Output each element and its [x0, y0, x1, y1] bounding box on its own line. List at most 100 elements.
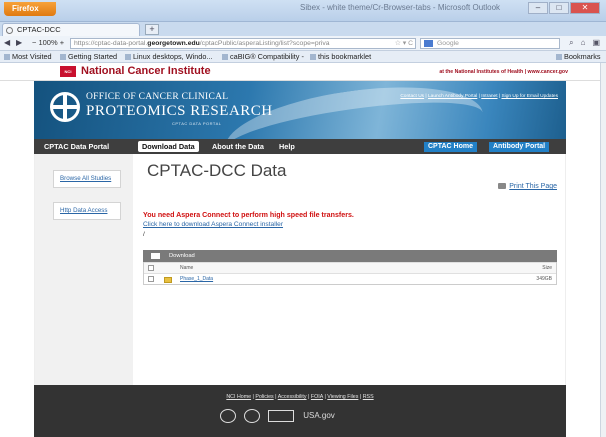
bookmark-getting-started[interactable]: Getting Started: [60, 51, 117, 62]
new-tab-button[interactable]: +: [145, 24, 159, 35]
hhs-logo-icon[interactable]: [220, 409, 236, 423]
bookmark-bookmarklet[interactable]: this bookmarklet: [310, 51, 371, 62]
print-page-link[interactable]: Print This Page: [498, 183, 557, 190]
footer-viewing-files-link[interactable]: Viewing Files: [327, 394, 358, 400]
menu-about-the-data[interactable]: About the Data: [212, 139, 264, 154]
intranet-link[interactable]: Intranet: [481, 94, 497, 99]
toolbar-icons: ⌕ ⌂ ▣: [569, 38, 600, 48]
menu-cptac-data-portal[interactable]: CPTAC Data Portal: [44, 139, 109, 154]
bookmark-icon: [125, 54, 131, 61]
file-name-link[interactable]: Phase_1_Data: [180, 274, 213, 285]
cptac-home-button[interactable]: CPTAC Home: [424, 142, 477, 152]
footer-rss-link[interactable]: RSS: [363, 394, 374, 400]
search-icon[interactable]: ⌕: [569, 38, 573, 48]
table-header-row: Name Size: [144, 262, 556, 273]
contact-us-link[interactable]: Contact Us: [400, 94, 424, 99]
bookmark-cabig[interactable]: caBIG® Compatibility -: [222, 51, 304, 62]
print-label: Print This Page: [509, 183, 557, 190]
file-size: 349GB: [536, 276, 552, 282]
cptac-banner: OFFICE OF CANCER CLINICAL PROTEOMICS RES…: [34, 81, 566, 139]
url-path: /cptacPublic/asperaListing/list?scope=pr…: [199, 40, 330, 47]
download-label: Download: [169, 253, 195, 259]
sidebar-item-browse-all-studies[interactable]: Browse All Studies: [53, 170, 121, 188]
nih-seal-icon[interactable]: [244, 409, 260, 423]
browser-titlebar: Firefox Sibex - white theme/Cr-Browser-t…: [0, 0, 606, 22]
nci-header: NCI National Cancer Institute at the Nat…: [0, 63, 600, 81]
file-table: Name Size Phase_1_Data 349GB: [143, 262, 557, 285]
url-prefix: https://cptac-data-portal.: [74, 40, 148, 47]
search-placeholder: Google: [437, 40, 459, 47]
banner-title-line1: OFFICE OF CANCER CLINICAL: [86, 92, 229, 102]
tab-strip: CPTAC-DCC +: [0, 22, 606, 36]
footer-nci-home-link[interactable]: NCI Home: [226, 394, 251, 400]
home-icon[interactable]: ⌂: [581, 38, 586, 48]
bookmark-most-visited[interactable]: Most Visited: [4, 51, 52, 62]
banner-subtitle: CPTAC DATA PORTAL: [172, 121, 222, 126]
firefox-menu-button[interactable]: Firefox: [4, 2, 56, 16]
banner-links: Contact Us | Launch Antibody Portal | In…: [400, 94, 558, 99]
search-engine-icon[interactable]: [424, 40, 433, 47]
nih-logo-icon[interactable]: [268, 410, 294, 422]
page-title: CPTAC-DCC Data: [147, 161, 287, 180]
bookmark-linux-desktops[interactable]: Linux desktops, Windo...: [125, 51, 213, 62]
page-viewport: NCI National Cancer Institute at the Nat…: [0, 63, 600, 437]
main-panel: CPTAC-DCC Data Print This Page You need …: [133, 154, 567, 385]
bookmark-icon: [310, 54, 316, 61]
search-input[interactable]: Google: [420, 38, 560, 49]
nci-logo-icon[interactable]: NCI: [60, 66, 76, 77]
footer-links: NCI Home | Policies | Accessibility | FO…: [226, 394, 374, 400]
bookmark-icon: [4, 54, 10, 61]
row-checkbox[interactable]: [148, 276, 154, 282]
footer-policies-link[interactable]: Policies: [255, 394, 273, 400]
tab-title: CPTAC-DCC: [17, 25, 61, 34]
cptac-logo-icon: [50, 92, 80, 122]
close-icon[interactable]: ✕: [570, 2, 600, 14]
folder-icon: [164, 277, 172, 283]
window-title: Sibex - white theme/Cr-Browser-tabs - Mi…: [300, 3, 501, 12]
download-toolbar[interactable]: Download: [143, 250, 557, 262]
aspera-download-link[interactable]: Click here to download Aspera Connect in…: [143, 221, 283, 228]
page-scrollbar[interactable]: [600, 63, 606, 437]
printer-icon: [498, 183, 507, 190]
email-updates-link[interactable]: Sign Up for Email Updates: [501, 94, 558, 99]
bookmarks-menu-icon: [556, 54, 562, 61]
back-arrow-icon[interactable]: ◀: [4, 38, 10, 47]
sidebar-item-http-data-access[interactable]: Http Data Access: [53, 202, 121, 220]
url-bar[interactable]: https://cptac-data-portal.georgetown.edu…: [70, 38, 416, 49]
nci-title[interactable]: National Cancer Institute: [81, 65, 211, 77]
footer-accessibility-link[interactable]: Accessibility: [278, 394, 307, 400]
menu-download-data[interactable]: Download Data: [138, 141, 199, 152]
footer-logos: USA.gov: [220, 409, 336, 423]
bookmarks-menu[interactable]: Bookmarks: [556, 51, 601, 62]
nci-nih-link[interactable]: at the National Institutes of Health | w…: [439, 69, 568, 75]
bookmarks-toolbar: Most Visited Getting Started Linux deskt…: [0, 51, 606, 63]
tab-favicon-icon: [6, 27, 13, 34]
bookmark-star-icon[interactable]: ☆ ▾ C: [395, 39, 413, 48]
usagov-logo-icon[interactable]: USA.gov: [302, 410, 336, 422]
addon-icon[interactable]: ▣: [592, 38, 600, 48]
footer-foia-link[interactable]: FOIA: [311, 394, 323, 400]
zoom-value: 100%: [38, 38, 58, 47]
select-all-checkbox[interactable]: [148, 265, 154, 271]
content-area: Browse All Studies Http Data Access CPTA…: [34, 154, 566, 385]
navigation-toolbar: ◀ ▶ − 100% + https://cptac-data-portal.g…: [0, 36, 606, 51]
maximize-icon[interactable]: □: [549, 2, 569, 14]
antibody-portal-button[interactable]: Antibody Portal: [489, 142, 550, 152]
download-folder-icon: [151, 253, 160, 259]
footer: NCI Home | Policies | Accessibility | FO…: [34, 385, 566, 437]
zoom-level[interactable]: − 100% +: [32, 38, 64, 47]
url-domain: georgetown.edu: [147, 40, 200, 47]
window-controls: – □ ✕: [528, 2, 600, 14]
bookmark-icon: [222, 54, 228, 61]
tab-cptac-dcc[interactable]: CPTAC-DCC: [2, 23, 140, 36]
current-path: /: [143, 231, 145, 238]
bookmark-icon: [60, 54, 66, 61]
main-menu: CPTAC Data Portal Download Data About th…: [34, 139, 566, 154]
antibody-portal-link[interactable]: Launch Antibody Portal: [428, 94, 477, 99]
banner-title-line2: PROTEOMICS RESEARCH: [86, 103, 273, 119]
minimize-icon[interactable]: –: [528, 2, 548, 14]
menu-help[interactable]: Help: [279, 139, 295, 154]
aspera-warning: You need Aspera Connect to perform high …: [143, 211, 354, 219]
forward-arrow-icon[interactable]: ▶: [16, 38, 22, 47]
table-row: Phase_1_Data 349GB: [144, 273, 556, 284]
